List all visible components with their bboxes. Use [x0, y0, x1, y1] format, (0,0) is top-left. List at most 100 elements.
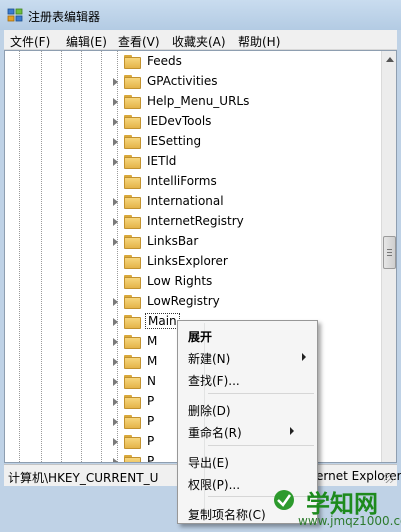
- resize-grip-icon[interactable]: [384, 473, 394, 483]
- tree-item[interactable]: GPActivities: [5, 72, 385, 92]
- tree-item-label: LinksBar: [147, 234, 199, 248]
- menu-view[interactable]: 查看(V): [118, 33, 160, 50]
- tree-item[interactable]: IETld: [5, 152, 385, 172]
- tree-item-label: P: [147, 394, 155, 408]
- title-bar[interactable]: 注册表编辑器: [0, 0, 401, 30]
- tree-item[interactable]: IEDevTools: [5, 112, 385, 132]
- folder-icon: [124, 415, 141, 429]
- menu-file[interactable]: 文件(F): [10, 33, 50, 50]
- tree-item[interactable]: LowRegistry: [5, 292, 385, 312]
- submenu-arrow-icon: [302, 353, 306, 361]
- status-path-left: 计算机\HKEY_CURRENT_U: [8, 471, 159, 485]
- expand-arrow-icon[interactable]: [113, 78, 118, 86]
- tree-item-label: M: [147, 354, 158, 368]
- context-menu-item-label: 展开: [188, 330, 213, 344]
- folder-icon: [124, 255, 141, 269]
- folder-icon: [124, 135, 141, 149]
- context-menu-separator: [208, 393, 314, 394]
- folder-icon: [124, 375, 141, 389]
- tree-item-label: IESetting: [147, 134, 202, 148]
- folder-icon: [124, 435, 141, 449]
- expand-arrow-icon[interactable]: [113, 358, 118, 366]
- expand-arrow-icon[interactable]: [113, 438, 118, 446]
- site-watermark: 学知网 www.jmqz1000.com: [258, 484, 401, 532]
- menu-favorites[interactable]: 收藏夹(A): [172, 33, 226, 50]
- tree-item[interactable]: Help_Menu_URLs: [5, 92, 385, 112]
- expand-arrow-icon[interactable]: [113, 338, 118, 346]
- folder-icon: [124, 335, 141, 349]
- tree-item-label: IETld: [147, 154, 177, 168]
- folder-icon: [124, 355, 141, 369]
- expand-arrow-icon[interactable]: [113, 138, 118, 146]
- folder-icon: [124, 215, 141, 229]
- context-menu-item-label: 复制项名称(C): [188, 508, 266, 522]
- tree-item[interactable]: Feeds: [5, 52, 385, 72]
- folder-icon: [124, 275, 141, 289]
- thumb-grip-line: [387, 249, 392, 250]
- folder-icon: [124, 95, 141, 109]
- window-title: 注册表编辑器: [28, 10, 101, 24]
- folder-icon: [124, 175, 141, 189]
- expand-arrow-icon[interactable]: [113, 158, 118, 166]
- expand-arrow-icon[interactable]: [113, 118, 118, 126]
- context-menu-item[interactable]: 删除(D): [188, 399, 314, 419]
- tree-item-label: IntelliForms: [147, 174, 217, 188]
- expand-arrow-icon[interactable]: [113, 458, 118, 462]
- tree-item[interactable]: Low Rights: [5, 272, 385, 292]
- scroll-thumb[interactable]: [383, 236, 396, 269]
- folder-icon: [124, 115, 141, 129]
- expand-arrow-icon[interactable]: [113, 398, 118, 406]
- context-menu-separator: [208, 445, 314, 446]
- tree-item-label: LinksExplorer: [147, 254, 228, 268]
- expand-arrow-icon[interactable]: [113, 418, 118, 426]
- tree-item[interactable]: InternetRegistry: [5, 212, 385, 232]
- tree-item-label: N: [147, 374, 156, 388]
- expand-arrow-icon[interactable]: [113, 218, 118, 226]
- regedit-icon: [7, 8, 23, 22]
- watermark-logo-icon: [274, 490, 294, 510]
- tree-item-label: Feeds: [147, 54, 182, 68]
- menu-edit[interactable]: 编辑(E): [66, 33, 107, 50]
- scroll-up-arrow-icon[interactable]: [386, 57, 394, 62]
- thumb-grip-line: [387, 255, 392, 256]
- context-menu-item-label: 删除(D): [188, 404, 231, 418]
- tree-item-label: Help_Menu_URLs: [147, 94, 250, 108]
- tree-item-label: P: [147, 434, 155, 448]
- tree-item-label: International: [147, 194, 224, 208]
- tree-item-label: Main: [145, 313, 180, 329]
- expand-arrow-icon[interactable]: [113, 98, 118, 106]
- tree-item[interactable]: LinksExplorer: [5, 252, 385, 272]
- thumb-grip-line: [387, 252, 392, 253]
- tree-item-label: M: [147, 334, 158, 348]
- expand-arrow-icon[interactable]: [113, 238, 118, 246]
- folder-icon: [124, 455, 141, 462]
- menu-help[interactable]: 帮助(H): [238, 33, 280, 50]
- folder-icon: [124, 235, 141, 249]
- tree-item-label: IEDevTools: [147, 114, 212, 128]
- folder-icon: [124, 155, 141, 169]
- watermark-url: www.jmqz1000.com: [298, 514, 401, 528]
- context-menu-item-label: 重命名(R): [188, 426, 242, 440]
- expand-arrow-icon[interactable]: [113, 318, 118, 326]
- tree-item[interactable]: IntelliForms: [5, 172, 385, 192]
- tree-item-label: P: [147, 454, 155, 463]
- folder-icon: [124, 315, 141, 329]
- context-menu-item[interactable]: 重命名(R): [188, 421, 314, 441]
- context-menu-item[interactable]: 新建(N): [188, 347, 314, 367]
- tree-item-label: P: [147, 414, 155, 428]
- folder-icon: [124, 295, 141, 309]
- tree-item[interactable]: LinksBar: [5, 232, 385, 252]
- tree-item-label: GPActivities: [147, 74, 218, 88]
- expand-arrow-icon[interactable]: [113, 298, 118, 306]
- folder-icon: [124, 55, 141, 69]
- vertical-scrollbar[interactable]: [381, 51, 396, 462]
- expand-arrow-icon[interactable]: [113, 198, 118, 206]
- context-menu-item[interactable]: 查找(F)...: [188, 369, 314, 389]
- tree-item[interactable]: IESetting: [5, 132, 385, 152]
- tree-item[interactable]: International: [5, 192, 385, 212]
- context-menu-item[interactable]: 导出(E): [188, 451, 314, 471]
- context-menu-item-label: 新建(N): [188, 352, 231, 366]
- folder-icon: [124, 75, 141, 89]
- expand-arrow-icon[interactable]: [113, 378, 118, 386]
- context-menu-item[interactable]: 展开: [188, 325, 314, 345]
